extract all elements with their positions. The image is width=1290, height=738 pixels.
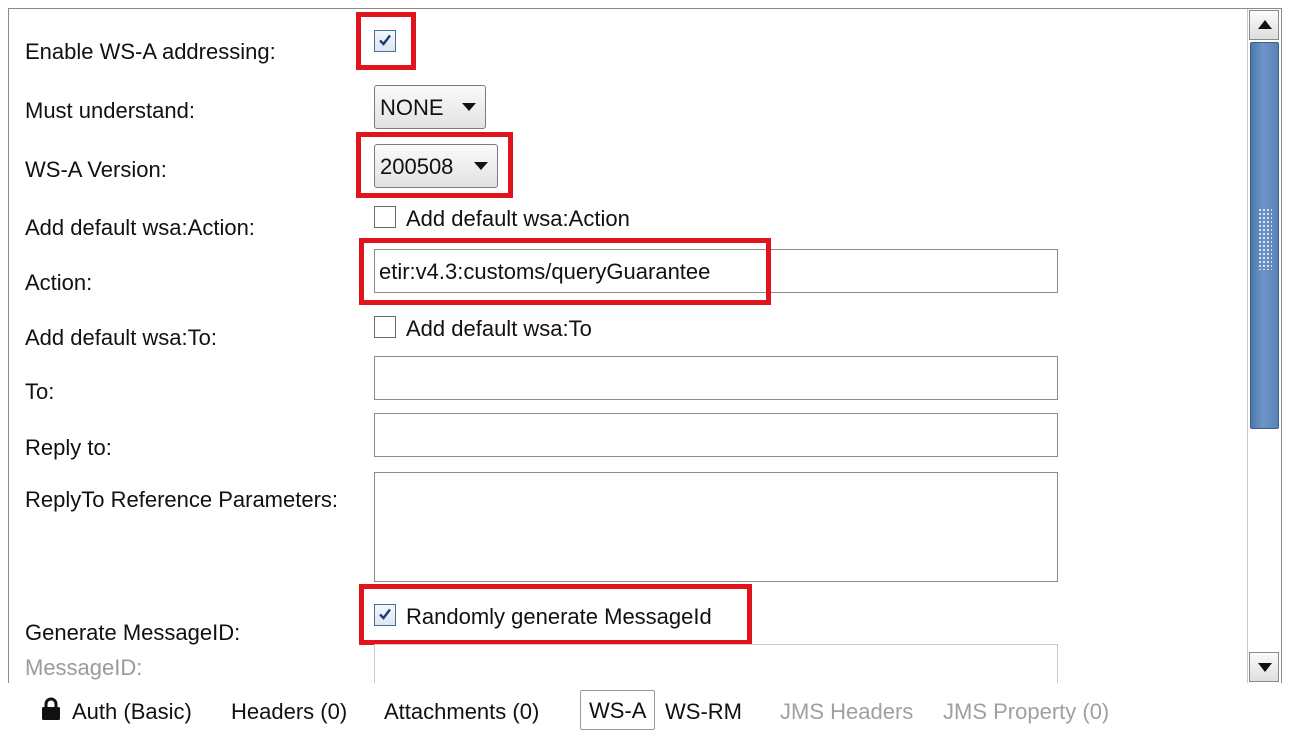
- to-label: To:: [25, 379, 55, 404]
- add-default-to-checkbox[interactable]: [374, 316, 396, 338]
- add-default-to-label: Add default wsa:To:: [25, 325, 218, 350]
- reply-to-input[interactable]: [374, 413, 1058, 457]
- chevron-down-icon: [462, 103, 476, 111]
- must-understand-value: NONE: [380, 95, 444, 120]
- action-label: Action:: [25, 270, 93, 295]
- tab-attachments[interactable]: Attachments (0): [384, 699, 539, 725]
- add-default-action-label: Add default wsa:Action:: [25, 215, 255, 240]
- arrow-down-icon: [1258, 663, 1272, 672]
- must-understand-dropdown[interactable]: NONE: [374, 85, 486, 129]
- highlight-box: [359, 584, 752, 645]
- grip-icon: [1258, 208, 1272, 270]
- wsa-settings-panel: Enable WS-A addressing: Must understand:…: [8, 8, 1282, 684]
- arrow-up-icon: [1258, 20, 1272, 29]
- replyto-ref-params-label: ReplyTo Reference Parameters:: [25, 487, 339, 512]
- messageid-input[interactable]: [374, 644, 1058, 683]
- reply-to-label: Reply to:: [25, 435, 112, 460]
- scroll-down-button[interactable]: [1249, 652, 1279, 682]
- scroll-up-button[interactable]: [1249, 10, 1279, 40]
- add-default-action-text[interactable]: Add default wsa:Action: [406, 206, 630, 232]
- replyto-ref-params-textarea[interactable]: [374, 472, 1058, 582]
- enable-wsa-label: Enable WS-A addressing:: [25, 39, 276, 64]
- wsa-version-label: WS-A Version:: [25, 157, 167, 182]
- tab-jms-property[interactable]: JMS Property (0): [943, 699, 1109, 725]
- tab-ws-rm[interactable]: WS-RM: [665, 699, 742, 725]
- generate-messageid-label: Generate MessageID:: [25, 620, 241, 645]
- highlight-box: [359, 238, 771, 305]
- bottom-tab-bar: Auth (Basic) Headers (0) Attachments (0)…: [0, 683, 1290, 738]
- vertical-scrollbar[interactable]: [1247, 9, 1281, 683]
- highlight-box: [356, 132, 513, 198]
- scrollbar-thumb[interactable]: [1250, 42, 1279, 429]
- to-input[interactable]: [374, 356, 1058, 400]
- tab-ws-a[interactable]: WS-A: [580, 690, 656, 730]
- tab-jms-headers[interactable]: JMS Headers: [780, 699, 913, 725]
- lock-icon: [42, 697, 60, 720]
- messageid-label: MessageID:: [25, 655, 143, 680]
- add-default-to-text[interactable]: Add default wsa:To: [406, 316, 592, 342]
- tab-auth[interactable]: Auth (Basic): [72, 699, 192, 725]
- must-understand-label: Must understand:: [25, 98, 195, 123]
- tab-headers[interactable]: Headers (0): [231, 699, 347, 725]
- highlight-box: [356, 12, 416, 70]
- add-default-action-checkbox[interactable]: [374, 206, 396, 228]
